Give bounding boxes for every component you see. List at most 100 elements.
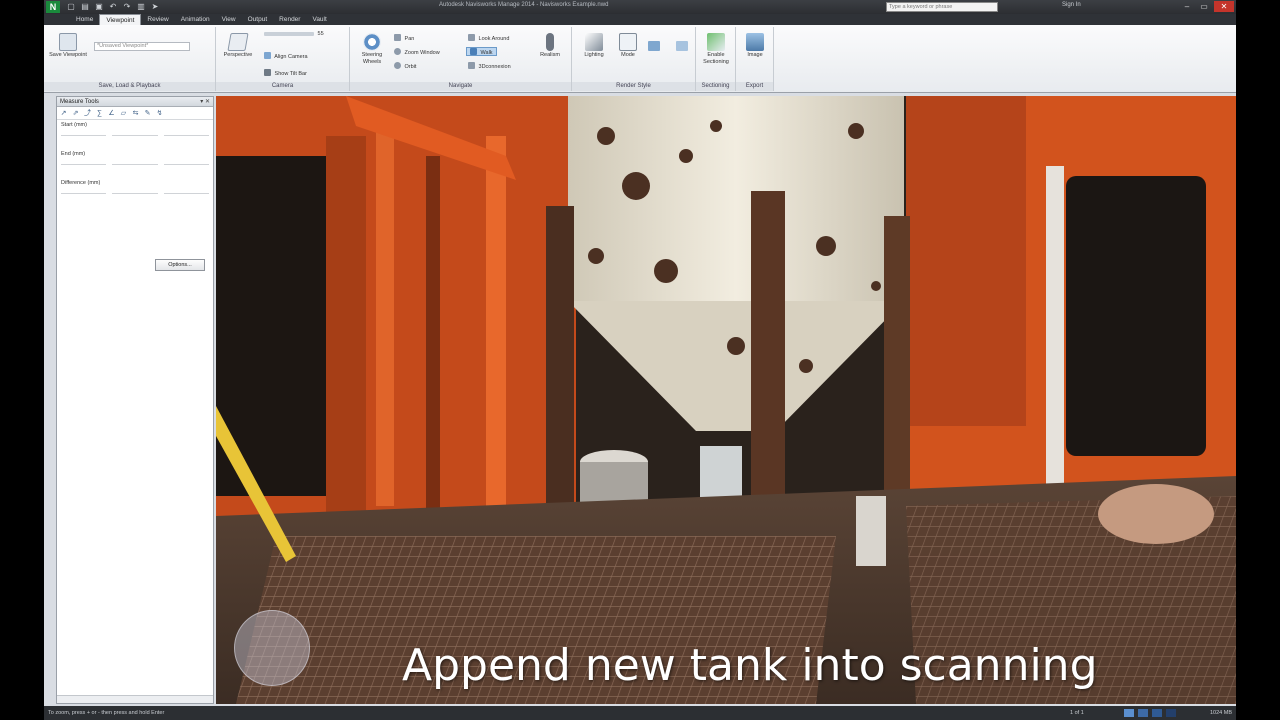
- accumulate-icon[interactable]: ∑: [96, 110, 103, 117]
- status-icons: [1124, 709, 1176, 717]
- tab-output[interactable]: Output: [242, 14, 274, 25]
- panel-horizontal-scrollbar[interactable]: [57, 695, 213, 703]
- mode-button[interactable]: Mode: [608, 33, 648, 59]
- minimize-icon[interactable]: –: [1180, 1, 1194, 12]
- video-caption: Append new tank into scanning: [402, 640, 1098, 691]
- person-icon: [546, 33, 554, 51]
- help-search-input[interactable]: Type a keyword or phrase: [886, 2, 998, 12]
- zoom-icon: [394, 48, 401, 55]
- close-icon[interactable]: ✕: [1214, 1, 1234, 12]
- ribbon-tabs: Home Viewpoint Review Animation View Out…: [44, 14, 1236, 25]
- axis-gizmo[interactable]: [234, 610, 310, 686]
- walk-button[interactable]: Walk: [466, 47, 497, 56]
- start-z-value: [163, 135, 209, 136]
- sheet-browser-icon[interactable]: [1124, 709, 1134, 717]
- pan-button[interactable]: Pan: [394, 34, 414, 43]
- orbit-button[interactable]: Orbit: [394, 62, 416, 71]
- shaded-style-button[interactable]: [648, 41, 662, 51]
- panel-label-save-load: Save, Load & Playback: [44, 82, 215, 91]
- select-icon[interactable]: ➤: [150, 2, 160, 11]
- tab-review[interactable]: Review: [141, 14, 174, 25]
- point-cloud-scene: [216, 96, 1236, 704]
- perspective-button[interactable]: Perspective: [218, 33, 258, 59]
- right-doorway: [1066, 176, 1206, 456]
- diff-x-value: [61, 193, 107, 194]
- tab-view[interactable]: View: [216, 14, 242, 25]
- measure-toolbar: ↗ ⇗ ⤴ ∑ ∠ ▱ ⇆ ✎ ↯: [57, 107, 213, 120]
- shortest-distance-icon[interactable]: ⇆: [132, 110, 139, 117]
- realism-button[interactable]: Realism: [530, 33, 570, 59]
- door-frame: [1046, 166, 1064, 496]
- clear-icon[interactable]: ✎: [144, 110, 151, 117]
- render-mode-icon: [619, 33, 637, 51]
- export-panel: Image Export: [736, 27, 774, 91]
- camera-panel: Perspective 55 Align Camera Show Tilt Ba…: [216, 27, 350, 91]
- sectioning-icon: [707, 33, 725, 51]
- align-camera-button[interactable]: Align Camera: [264, 52, 308, 61]
- pencil-progress-icon: [1138, 709, 1148, 717]
- options-button[interactable]: Options...: [155, 259, 205, 271]
- window-controls: – ▭ ✕: [1180, 1, 1234, 12]
- 3dconnexion-button[interactable]: 3Dconnexion: [468, 62, 511, 71]
- tab-viewpoint[interactable]: Viewpoint: [99, 14, 142, 25]
- navigate-panel: Steering Wheels Pan Zoom Window Orbit Lo…: [350, 27, 572, 91]
- end-y-value: [112, 164, 158, 165]
- pan-icon: [394, 34, 401, 41]
- point-line-icon[interactable]: ⤴: [84, 110, 91, 117]
- panel-label-camera: Camera: [216, 82, 349, 91]
- person-scan: [856, 496, 886, 566]
- flashlight-icon: [585, 33, 603, 51]
- enable-sectioning-button[interactable]: Enable Sectioning: [696, 33, 736, 66]
- save-load-panel: Save Viewpoint *Unsaved Viewpoint* Save,…: [44, 27, 216, 91]
- undo-icon[interactable]: ↶: [108, 2, 118, 11]
- tab-vault[interactable]: Vault: [306, 14, 332, 25]
- image-export-button[interactable]: Image: [735, 33, 775, 59]
- image-icon: [746, 33, 764, 51]
- start-x-value: [61, 135, 107, 136]
- show-tilt-bar-button[interactable]: Show Tilt Bar: [264, 69, 307, 78]
- wireframe-style-icon: [676, 41, 688, 51]
- end-field: End (mm): [57, 149, 213, 178]
- 3d-viewport[interactable]: Append new tank into scanning: [216, 96, 1236, 704]
- tank-leg-right: [884, 216, 910, 516]
- fov-slider-track: [264, 32, 314, 36]
- ribbon: Save Viewpoint *Unsaved Viewpoint* Save,…: [44, 25, 1236, 93]
- save-icon[interactable]: ▣: [94, 2, 104, 11]
- mid-column: [486, 136, 506, 516]
- maximize-icon[interactable]: ▭: [1197, 1, 1211, 12]
- point-to-multiple-points-icon[interactable]: ⇗: [72, 110, 79, 117]
- tab-animation[interactable]: Animation: [175, 14, 216, 25]
- render-style-panel: Lighting Mode Render Style: [572, 27, 696, 91]
- left-frame: [326, 136, 366, 516]
- left-column: [376, 126, 394, 506]
- measure-tools-panel: Measure Tools ▾ ✕ ↗ ⇗ ⤴ ∑ ∠ ▱ ⇆ ✎ ↯ Star…: [56, 96, 214, 704]
- quick-access-toolbar: ▢ ▤ ▣ ↶ ↷ ▥ ➤: [66, 2, 160, 11]
- status-bar: To zoom, press + or - then press and hol…: [44, 706, 1236, 720]
- sign-in-link[interactable]: Sign In: [1062, 2, 1081, 8]
- save-viewpoint-button[interactable]: Save Viewpoint: [48, 33, 88, 59]
- sheet-count: 1 of 1: [1070, 710, 1084, 716]
- look-around-button[interactable]: Look Around: [468, 34, 509, 43]
- tilt-bar-icon: [264, 69, 271, 76]
- area-icon[interactable]: ▱: [120, 110, 127, 117]
- print-icon[interactable]: ▥: [136, 2, 146, 11]
- angle-icon[interactable]: ∠: [108, 110, 115, 117]
- convert-to-redline-icon[interactable]: ↯: [156, 110, 163, 117]
- new-file-icon[interactable]: ▢: [66, 2, 76, 11]
- viewpoint-dropdown[interactable]: *Unsaved Viewpoint*: [94, 42, 190, 51]
- tab-render[interactable]: Render: [273, 14, 306, 25]
- zoom-window-button[interactable]: Zoom Window: [394, 48, 440, 57]
- measure-tools-header: Measure Tools ▾ ✕: [57, 97, 213, 107]
- shaded-style-icon: [648, 41, 660, 51]
- panel-label-sectioning: Sectioning: [696, 82, 735, 91]
- wireframe-style-button[interactable]: [676, 41, 690, 51]
- point-to-point-icon[interactable]: ↗: [60, 110, 67, 117]
- open-file-icon[interactable]: ▤: [80, 2, 90, 11]
- steering-wheels-button[interactable]: Steering Wheels: [352, 33, 392, 66]
- application-menu-button[interactable]: N: [46, 1, 60, 13]
- panel-close-icon[interactable]: ▾ ✕: [200, 97, 210, 107]
- redo-icon[interactable]: ↷: [122, 2, 132, 11]
- tank-leg-left: [546, 206, 574, 536]
- tab-home[interactable]: Home: [70, 14, 99, 25]
- fov-slider[interactable]: 55: [264, 30, 324, 39]
